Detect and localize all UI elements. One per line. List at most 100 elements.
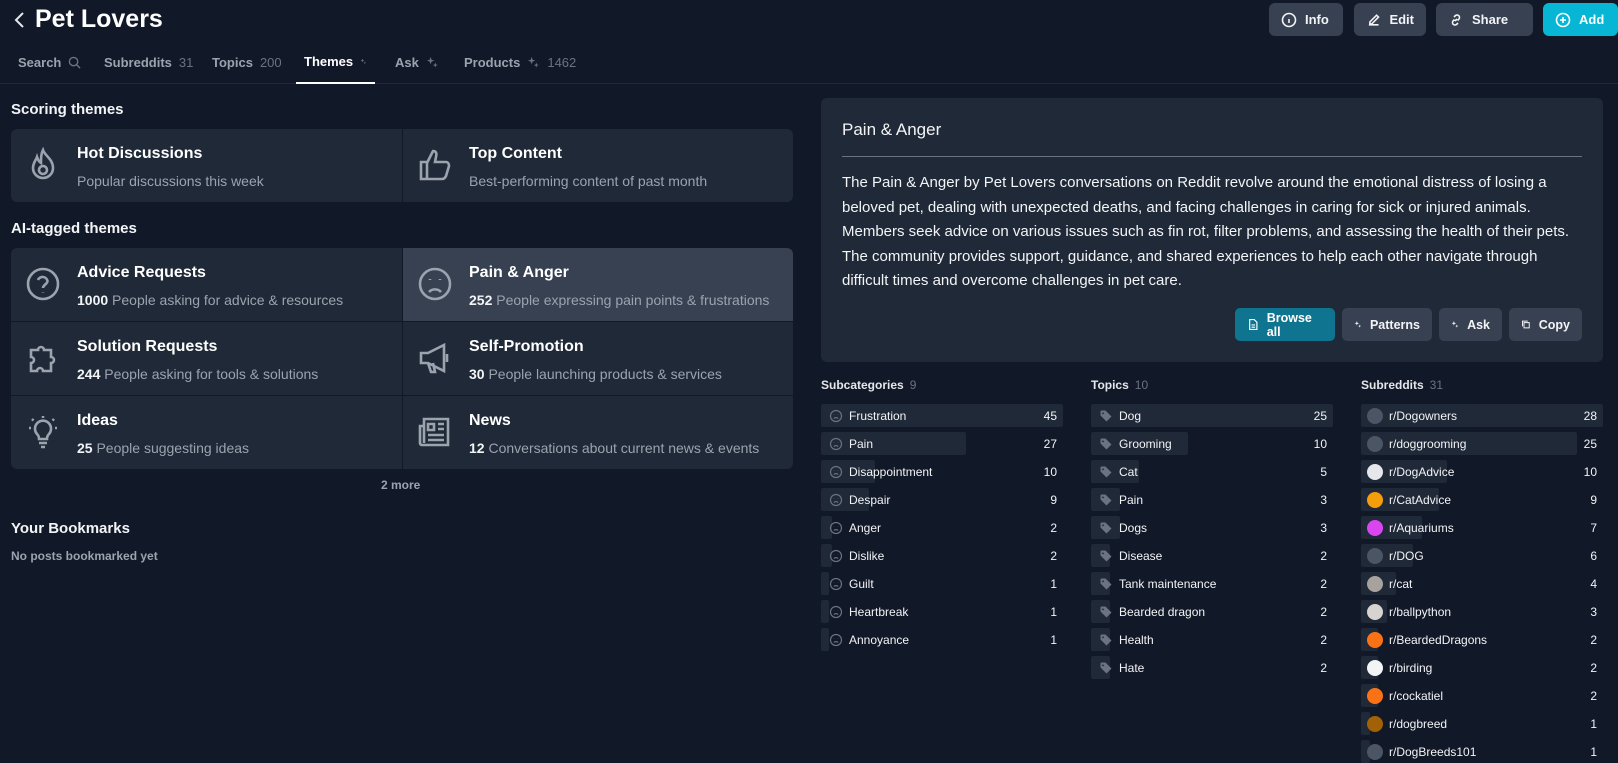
tab-ask[interactable]: Ask [387, 40, 447, 84]
info-button[interactable]: Info [1269, 3, 1343, 36]
list-item[interactable]: Hate 2 [1091, 654, 1333, 682]
edit-button[interactable]: Edit [1354, 3, 1426, 36]
item-label: r/DogBreeds101 [1389, 745, 1477, 759]
tab-subreddits[interactable]: Subreddits 31 [96, 40, 201, 84]
list-item[interactable]: Despair 9 [821, 486, 1063, 514]
list-item[interactable]: r/DogBreeds101 1 [1361, 738, 1603, 763]
show-more-link[interactable]: 2 more [381, 478, 420, 492]
share-button[interactable]: Share [1436, 3, 1533, 36]
list-item[interactable]: Cat 5 [1091, 458, 1333, 486]
theme-card-pain-anger[interactable]: Pain & Anger 252 People expressing pain … [403, 248, 793, 321]
item-count: 1 [1590, 745, 1597, 759]
theme-card-advice-requests[interactable]: Advice Requests 1000 People asking for a… [11, 248, 402, 321]
list-item[interactable]: Tank maintenance 2 [1091, 570, 1333, 598]
list-item[interactable]: Disappointment 10 [821, 458, 1063, 486]
info-icon [1281, 12, 1297, 27]
list-item[interactable]: Bearded dragon 2 [1091, 598, 1333, 626]
tab-topics[interactable]: Topics 200 [204, 40, 290, 84]
topics-list: Dog 25 Grooming 10 Cat 5 Pain 3 Dogs 3 Disease 2 Tan… [1091, 402, 1333, 682]
list-item[interactable]: r/DOG 6 [1361, 542, 1603, 570]
list-item[interactable]: Guilt 1 [821, 570, 1063, 598]
sparkle-icon [1354, 321, 1362, 328]
list-item[interactable]: r/ballpython 3 [1361, 598, 1603, 626]
flame-icon [31, 147, 55, 180]
item-label: r/Aquariums [1389, 521, 1454, 535]
list-item[interactable]: r/cat 4 [1361, 570, 1603, 598]
theme-description: People asking for advice & resources [112, 292, 344, 308]
item-label: r/CatAdvice [1389, 493, 1452, 507]
topics-heading: Topics 10 [1091, 378, 1148, 392]
theme-card-news[interactable]: News 12 Conversations about current news… [403, 396, 793, 469]
list-item[interactable]: r/dogbreed 1 [1361, 710, 1603, 738]
chevron-left-icon[interactable] [12, 10, 28, 30]
item-count: 2 [1590, 689, 1597, 703]
copy-button[interactable]: Copy [1509, 308, 1582, 341]
list-item[interactable]: r/cockatiel 2 [1361, 682, 1603, 710]
list-item[interactable]: Pain 3 [1091, 486, 1333, 514]
tab-label: Topics [212, 54, 253, 70]
item-label: Bearded dragon [1119, 605, 1206, 619]
list-item[interactable]: r/Dogowners 28 [1361, 402, 1603, 430]
tab-label: Subreddits [104, 54, 172, 70]
theme-card-ideas[interactable]: Ideas 25 People suggesting ideas [11, 396, 402, 469]
subreddit-avatar-icon [1367, 688, 1383, 704]
item-label: r/ballpython [1389, 605, 1452, 619]
theme-subtitle: 30 People launching products & services [469, 366, 722, 382]
tab-label: Products [464, 54, 521, 70]
tag-icon [1099, 493, 1113, 507]
list-item[interactable]: Frustration 45 [821, 402, 1063, 430]
theme-count: 1000 [77, 292, 109, 308]
browse-all-button[interactable]: Browse all [1235, 308, 1335, 341]
item-label: Health [1119, 633, 1154, 647]
list-item[interactable]: Health 2 [1091, 626, 1333, 654]
ask-button[interactable]: Ask [1439, 308, 1502, 341]
list-item[interactable]: Dogs 3 [1091, 514, 1333, 542]
frown-icon [829, 437, 843, 451]
list-item[interactable]: r/BeardedDragons 2 [1361, 626, 1603, 654]
document-icon [1249, 318, 1258, 331]
count-bar [821, 628, 829, 651]
thumbs-up-icon [419, 149, 451, 181]
item-count: 2 [1590, 661, 1597, 675]
theme-card-hot-discussions[interactable]: Hot Discussions Popular discussions this… [11, 129, 402, 202]
item-label: Pain [1119, 493, 1144, 507]
item-count: 45 [1043, 409, 1057, 423]
detail-title: Pain & Anger [842, 120, 942, 139]
theme-description: People asking for tools & solutions [104, 366, 319, 382]
subcategories-label: Subcategories [821, 378, 904, 392]
tab-products[interactable]: Products 1462 [456, 40, 584, 84]
theme-card-top-content[interactable]: Top Content Best-performing content of p… [403, 129, 793, 202]
edit-icon [1368, 13, 1380, 26]
theme-card-solution-requests[interactable]: Solution Requests 244 People asking for … [11, 322, 402, 395]
list-item[interactable]: r/birding 2 [1361, 654, 1603, 682]
list-item[interactable]: Grooming 10 [1091, 430, 1333, 458]
list-item[interactable]: Annoyance 1 [821, 626, 1063, 654]
list-item[interactable]: r/doggrooming 25 [1361, 430, 1603, 458]
list-item[interactable]: Anger 2 [821, 514, 1063, 542]
theme-title: Ideas [77, 412, 118, 429]
list-item[interactable]: r/DogAdvice 10 [1361, 458, 1603, 486]
list-item[interactable]: Dog 25 [1091, 402, 1333, 430]
theme-card-self-promotion[interactable]: Self-Promotion 30 People launching produ… [403, 322, 793, 395]
topics-count: 10 [1134, 378, 1149, 392]
item-label: Despair [849, 493, 891, 507]
list-item[interactable]: r/CatAdvice 9 [1361, 486, 1603, 514]
list-item[interactable]: Dislike 2 [821, 542, 1063, 570]
tab-themes[interactable]: Themes [296, 40, 375, 84]
patterns-button[interactable]: Patterns [1342, 308, 1432, 341]
item-label: r/DOG [1389, 549, 1424, 563]
list-item[interactable]: r/Aquariums 7 [1361, 514, 1603, 542]
item-label: Disease [1119, 549, 1163, 563]
list-item[interactable]: Heartbreak 1 [821, 598, 1063, 626]
copy-icon [1522, 320, 1530, 329]
tag-icon [1099, 437, 1113, 451]
add-button[interactable]: Add [1543, 3, 1618, 36]
list-item[interactable]: Pain 27 [821, 430, 1063, 458]
tab-search[interactable]: Search [10, 40, 89, 84]
frown-icon [829, 605, 843, 619]
subreddit-avatar-icon [1367, 576, 1383, 592]
list-item[interactable]: Disease 2 [1091, 542, 1333, 570]
item-count: 3 [1590, 605, 1597, 619]
item-count: 25 [1313, 409, 1327, 423]
subreddits-heading: Subreddits 31 [1361, 378, 1443, 392]
